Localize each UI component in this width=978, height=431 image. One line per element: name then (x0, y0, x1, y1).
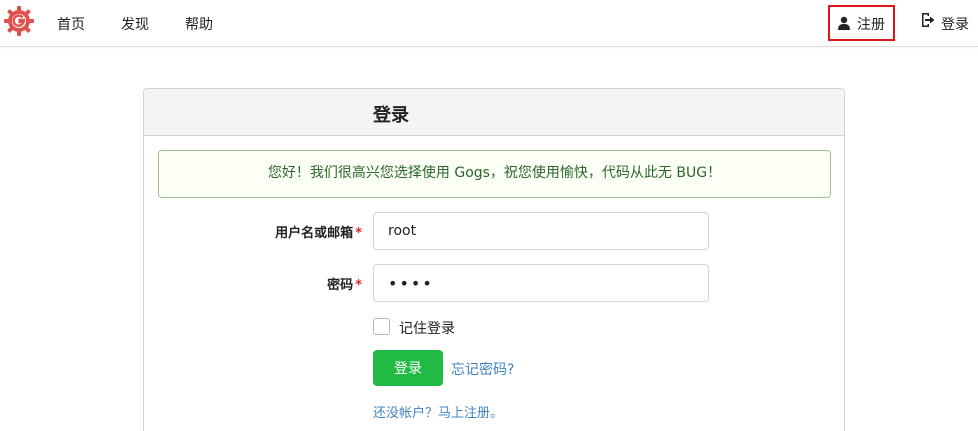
login-label: 登录 (941, 17, 969, 33)
required-mark: * (355, 226, 362, 241)
remember-label[interactable]: 记住登录 (399, 318, 455, 338)
remember-checkbox[interactable] (373, 318, 390, 335)
page-title: 登录 (373, 105, 409, 126)
card-header: 登录 (144, 89, 844, 136)
login-button[interactable]: 登录 (373, 350, 443, 386)
required-mark: * (355, 278, 362, 293)
username-label: 用户名或邮箱 * (275, 222, 362, 241)
sign-in-icon (922, 13, 935, 27)
login-card: 登录 您好！我们很高兴您选择使用 Gogs，祝您使用愉快，代码从此无 BUG！ … (143, 88, 845, 431)
user-icon (838, 16, 850, 30)
username-label-text: 用户名或邮箱 (275, 226, 354, 241)
password-label-text: 密码 (327, 278, 354, 293)
signup-link[interactable]: 还没帐户？马上注册。 (373, 402, 503, 421)
welcome-message: 您好！我们很高兴您选择使用 Gogs，祝您使用愉快，代码从此无 BUG！ (158, 150, 831, 198)
nav-explore[interactable]: 发现 (121, 14, 149, 34)
password-label: 密码 * (327, 274, 362, 293)
register-link[interactable]: 注册 (828, 5, 895, 41)
register-label: 注册 (857, 17, 885, 33)
forgot-password-link[interactable]: 忘记密码? (451, 359, 514, 379)
password-input[interactable] (373, 264, 709, 302)
nav-home[interactable]: 首页 (57, 14, 85, 34)
top-navbar: 首页 发现 帮助 注册 登录 (0, 0, 978, 47)
gogs-logo-icon[interactable] (3, 5, 35, 37)
username-input[interactable] (373, 212, 709, 250)
nav-help[interactable]: 帮助 (185, 14, 213, 34)
